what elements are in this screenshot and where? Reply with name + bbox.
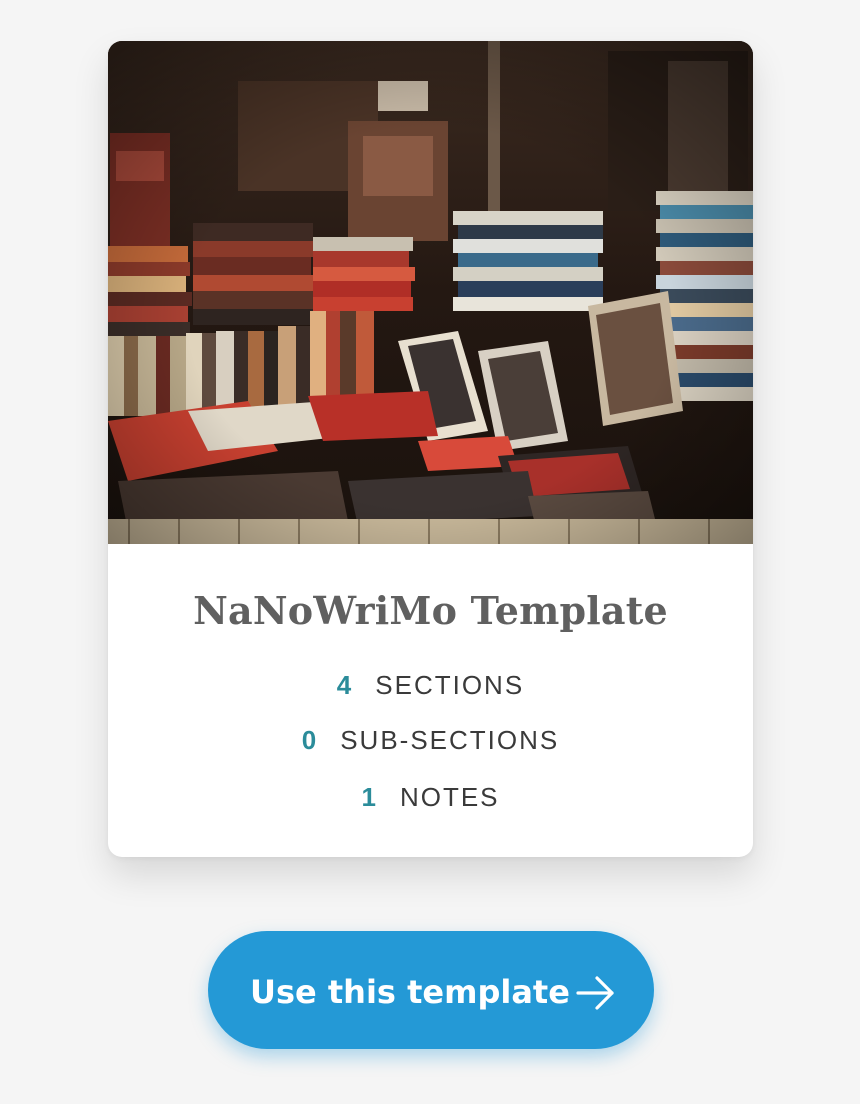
use-template-button[interactable]: Use this template xyxy=(208,931,654,1049)
stat-sections-count: 4 xyxy=(336,670,354,700)
stat-notes: 1 NOTES xyxy=(108,782,753,813)
template-info: NaNoWriMo Template 4 SECTIONS 0 SUB-SECTIO… xyxy=(108,544,753,857)
template-title: NaNoWriMo Template xyxy=(193,588,668,633)
stat-notes-label: NOTES xyxy=(399,782,500,812)
stat-sections-label: SECTIONS xyxy=(375,670,525,700)
template-card: NaNoWriMo Template 4 SECTIONS 0 SUB-SECTIO… xyxy=(108,41,753,857)
stat-sub-sections-count: 0 xyxy=(301,725,319,755)
stat-sub-sections: 0 SUB-SECTIONS xyxy=(108,725,753,756)
use-template-button-label: Use this template xyxy=(250,973,570,1011)
stat-sub-sections-label: SUB-SECTIONS xyxy=(340,725,560,755)
stat-notes-count: 1 xyxy=(361,782,378,812)
arrow-right-icon xyxy=(576,975,616,1011)
books-photo xyxy=(108,41,753,544)
stat-sections: 4 SECTIONS xyxy=(108,670,753,701)
